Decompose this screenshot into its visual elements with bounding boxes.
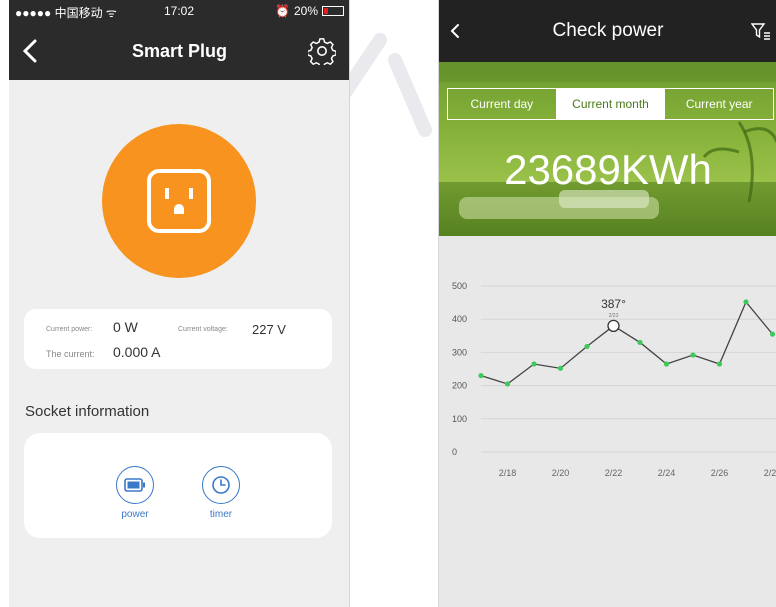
power-label: Current power:: [46, 326, 93, 333]
highlighted-point: [607, 319, 620, 332]
timer-button-label: timer: [209, 509, 233, 520]
current-label: The current:: [46, 349, 95, 359]
carrier-label: ●●●●● 中国移动 ᯤ: [15, 6, 117, 20]
plug-toggle-button[interactable]: [102, 124, 256, 278]
data-point: [663, 361, 670, 367]
smart-plug-screen: ●●●●● 中国移动 ᯤ 17:02 ⏰ 20% Smart Plug Curr…: [9, 0, 350, 607]
timer-button[interactable]: timer: [191, 466, 251, 520]
voltage-label: Current voltage:: [178, 326, 228, 333]
battery-icon: [322, 6, 344, 16]
data-point: [743, 299, 749, 305]
clock-icon: [212, 476, 230, 494]
power-button-label: power: [121, 509, 149, 520]
series-line: [480, 300, 774, 385]
data-point: [584, 343, 590, 350]
navigation-bar: Check power: [439, 0, 776, 62]
battery-icon: [124, 478, 145, 492]
status-bar: ●●●●● 中国移动 ᯤ 17:02 ⏰ 20%: [9, 0, 349, 22]
alarm-icon: ⏰: [275, 4, 290, 18]
x-tick-label: 2/18: [499, 468, 517, 478]
y-tick-label: 500: [452, 281, 467, 291]
y-tick-label: 400: [452, 314, 467, 324]
energy-summary-banner: Current day Current month Current year 2…: [439, 62, 776, 236]
navigation-bar: Smart Plug: [9, 22, 349, 80]
period-tabs: Current day Current month Current year: [447, 88, 774, 120]
tab-current-day[interactable]: Current day: [448, 89, 557, 119]
data-point: [716, 361, 723, 367]
socket-info-card: power timer: [24, 433, 332, 538]
battery-percent: 20%: [293, 4, 318, 18]
data-point: [504, 381, 511, 387]
socket-info-heading: Socket information: [25, 403, 150, 420]
settings-gear-icon[interactable]: [308, 37, 336, 65]
data-point: [557, 365, 564, 371]
data-point: [637, 339, 643, 346]
x-tick-label: 2/26: [711, 468, 729, 478]
socket-outlet-icon: [147, 169, 211, 233]
tab-current-year[interactable]: Current year: [665, 89, 773, 119]
data-point: [690, 352, 696, 358]
power-button[interactable]: power: [105, 466, 165, 520]
data-point: [769, 331, 776, 337]
y-tick-label: 100: [452, 414, 467, 424]
x-tick-label: 2/20: [552, 468, 570, 478]
filter-icon[interactable]: [751, 22, 771, 42]
data-point: [531, 361, 537, 367]
page-title: Smart Plug: [131, 41, 228, 61]
y-tick-label: 0: [452, 447, 457, 457]
y-tick-label: 300: [452, 347, 467, 357]
current-value: 0.000 A: [113, 344, 161, 360]
power-info-card: Current power: 0 W Current voltage: 227 …: [24, 309, 332, 369]
x-tick-label: 2/22: [605, 468, 623, 478]
energy-total-value: 23689KWh: [504, 146, 712, 193]
x-tick-label: 2/24: [658, 468, 676, 478]
page-title: Check power: [552, 20, 664, 41]
voltage-value: 227 V: [252, 322, 286, 337]
data-point: [478, 373, 484, 379]
power-value: 0 W: [113, 319, 138, 335]
check-power-screen: Check power Current day Current month Cu…: [438, 0, 776, 607]
x-tick-label: 2/28: [764, 468, 776, 478]
y-tick-label: 200: [452, 381, 467, 391]
highlight-value-label: 387°: [601, 297, 626, 311]
clock-label: 17:02: [164, 4, 195, 18]
power-line-chart: 0 100 200 300 400 500 2/18 2/20 2/22 2/24 2/26 2/28…: [452, 281, 776, 478]
highlight-date-label: 2/23: [609, 313, 619, 319]
tab-current-month[interactable]: Current month: [556, 89, 666, 119]
